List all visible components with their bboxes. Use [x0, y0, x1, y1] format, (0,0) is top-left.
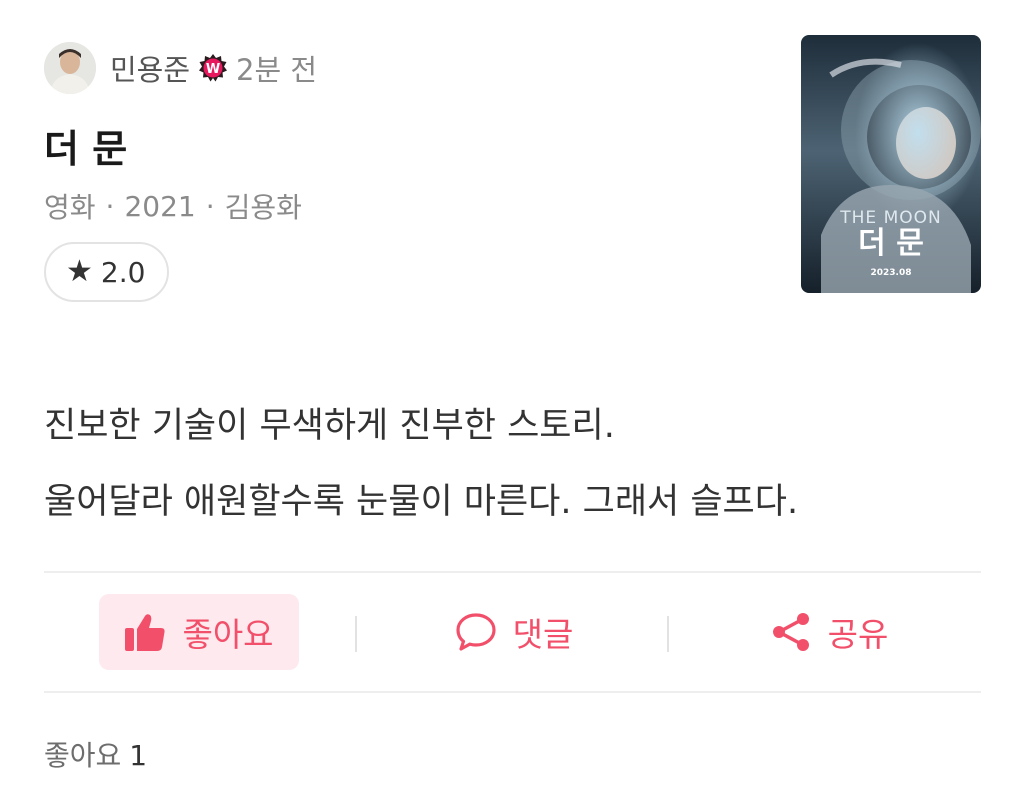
svg-text:2023.08: 2023.08: [871, 268, 912, 278]
meta-separator: ·: [105, 189, 115, 223]
speech-bubble-icon: [456, 613, 496, 651]
timestamp: 2분 전: [236, 53, 318, 87]
review-text-line: 울어달라 애원할수록 눈물이 마른다. 그래서 슬프다.: [44, 482, 799, 522]
share-label: 공유: [827, 615, 889, 654]
divider: [44, 571, 981, 573]
action-separator: [667, 616, 669, 652]
share-icon: [772, 613, 809, 651]
like-button[interactable]: 좋아요: [99, 594, 299, 670]
meta-separator: ·: [205, 189, 215, 223]
author-name[interactable]: 민용준: [110, 47, 190, 89]
svg-text:더 문: 더 문: [858, 226, 924, 261]
comment-label: 댓글: [512, 615, 574, 654]
action-bar: 좋아요 댓글 공유: [44, 594, 981, 672]
comment-button[interactable]: 댓글: [444, 594, 584, 670]
rating-value: 2.0: [100, 255, 146, 289]
avatar[interactable]: [44, 42, 96, 94]
review-text-line: 진보한 기술이 무색하게 진부한 스토리.: [44, 406, 615, 446]
rating-badge: ★ 2.0: [44, 242, 170, 302]
thumbs-up-icon: [125, 614, 166, 651]
review-text: 진보한 기술이 무색하게 진부한 스토리. 울어달라 애원할수록 눈물이 마른다…: [44, 388, 798, 540]
watcha-badge-icon: W: [198, 53, 228, 83]
svg-text:THE MOON: THE MOON: [839, 208, 941, 228]
like-label: 좋아요: [182, 615, 274, 654]
action-separator: [355, 616, 357, 652]
svg-text:W: W: [206, 62, 220, 77]
meta-year: 2021: [124, 189, 196, 223]
star-icon: ★: [66, 254, 93, 289]
review-header: 민용준 W 2분 전: [44, 42, 317, 94]
meta-director: 김용화: [224, 191, 302, 224]
movie-poster[interactable]: THE MOON 더 문 2023.08: [801, 35, 981, 293]
likes-summary-count: 1: [129, 739, 148, 772]
share-button[interactable]: 공유: [759, 594, 899, 670]
divider: [44, 691, 981, 693]
likes-summary[interactable]: 좋아요 1: [44, 734, 147, 774]
movie-title[interactable]: 더 문: [44, 118, 127, 173]
movie-meta: 영화 · 2021 · 김용화: [44, 186, 302, 226]
meta-category: 영화: [44, 191, 96, 224]
likes-summary-label: 좋아요: [44, 739, 122, 772]
